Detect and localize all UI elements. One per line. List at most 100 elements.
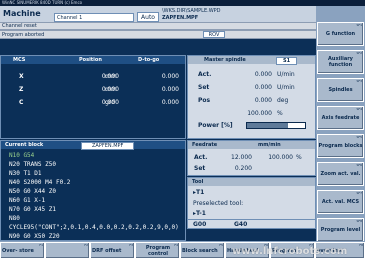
channel-reset-message: Channel reset (0, 22, 316, 30)
softkey-program-level[interactable]: Program level SF8 (317, 218, 364, 242)
softkey-drf-offset[interactable]: DRF offset F3 (90, 242, 135, 259)
spindle-set-unit: U/min (277, 84, 295, 91)
axis-label-c: C (19, 99, 24, 106)
current-block-panel: Current block ZAPFEN.MPF N10 G54 N20 TRA… (0, 140, 186, 241)
softkey-program-blocks[interactable]: Program blocks SF5 (317, 134, 364, 158)
spindle-pos-label: Pos (198, 97, 211, 104)
nc-line: N20 TRANS Z50 (9, 161, 56, 168)
softkey-zoom-act-val[interactable]: Zoom act. val. SF6 (317, 162, 364, 186)
softkey-zoom-act-val-tag: SF6 (356, 163, 362, 167)
nc-line: N40 S2000 M4 F0.2 (9, 179, 71, 186)
feedrate-act-percent: 100.000 (268, 154, 293, 161)
spindle-id-badge[interactable]: S1 (276, 57, 298, 65)
axis-dtg-x: 0.000 (161, 73, 179, 80)
watermark: www.lnfcrobots.com (232, 246, 348, 257)
program-path: \WKS.DIR\SAMPLE.WPD (162, 8, 221, 14)
spindle-act-value: 0.000 (254, 71, 272, 78)
mode-label: Machine (3, 9, 41, 18)
auto-mode-indicator: Auto (137, 12, 159, 22)
current-block-title: Current block (5, 142, 44, 148)
softkey-program-control[interactable]: Program control F4 (135, 242, 180, 259)
current-block-header: Current block ZAPFEN.MPF (1, 141, 185, 150)
channel-field[interactable]: Channel 1 (54, 13, 134, 22)
tool-divider (188, 219, 315, 220)
mcs-header-dtg: D-to-go (138, 57, 160, 63)
feedrate-header: Feedrate mm/min (188, 141, 315, 149)
axis-dtg-z: 0.000 (161, 86, 179, 93)
softkey-empty-tag: F2 (84, 243, 88, 247)
tool-preselected-label: Preselected tool: (193, 200, 244, 207)
nc-line: N30 T1 D1 (9, 170, 42, 177)
spindle-percent-value: 100.000 (247, 110, 272, 117)
softkey-act-val-mcs-tag: SF7 (356, 191, 362, 195)
spindle-set-value: 0.000 (254, 84, 272, 91)
nc-line: N90 G0 X50 Z20 (9, 233, 60, 240)
softkey-overstore[interactable]: Over- store F1 (0, 242, 45, 259)
tool-panel: Tool ▸T1 Preselected tool: ▸T-1 G00 G40 (187, 177, 316, 229)
feedrate-set-label: Set (194, 165, 206, 172)
softkey-spindles[interactable]: Spindles SF3 (317, 78, 364, 102)
mcs-panel: MCS Position D-to-go X 0.000 mm 0.000 Z … (0, 55, 186, 139)
axis-label-x: X (19, 73, 24, 80)
softkey-auxiliary-function-label: Auxiliary function (328, 56, 353, 68)
spindle-pos-unit: deg (277, 97, 289, 104)
nc-line: N80 (9, 215, 20, 222)
axis-dtg-c: 0.000 (161, 99, 179, 106)
softkey-axis-feedrate[interactable]: Axis feedrate SF4 (317, 106, 364, 130)
feedrate-act-percent-unit: % (296, 154, 302, 161)
softkey-overstore-label: Over- store (2, 247, 34, 254)
spindle-act-label: Act. (198, 71, 212, 78)
softkey-g-function[interactable]: G function SF1 (317, 22, 364, 46)
softkey-empty[interactable]: F2 (45, 242, 90, 259)
softkey-auxiliary-function[interactable]: Auxiliary function SF2 (317, 50, 364, 74)
softkey-spindles-tag: SF3 (356, 79, 362, 83)
softkey-auxiliary-function-tag: SF2 (356, 51, 362, 55)
softkey-overview-tag: F8 (359, 243, 363, 247)
current-block-file[interactable]: ZAPFEN.MPF (81, 142, 135, 150)
feedrate-panel: Feedrate mm/min Act. 12.000 100.000 % Se… (187, 140, 316, 176)
master-spindle-panel: Master spindle S1 Act. 0.000 U/min Set 0… (187, 55, 316, 139)
softkey-drf-offset-tag: F3 (129, 243, 133, 247)
softkey-block-search[interactable]: Block search F5 (180, 242, 225, 259)
softkey-program-blocks-tag: SF5 (356, 135, 362, 139)
softkey-program-level-label: Program level (320, 227, 361, 233)
softkey-program-level-tag: SF8 (356, 219, 362, 223)
program-file: ZAPFEN.MPF (162, 15, 199, 21)
softkey-drf-offset-label: DRF offset (92, 247, 122, 254)
axis-unit-z: mm (105, 86, 117, 93)
softkey-zoom-act-val-label: Zoom act. val. (320, 171, 361, 177)
nc-line: N10 G54 (9, 152, 35, 159)
axis-unit-c: grd (105, 99, 115, 106)
tool-title: Tool (192, 179, 204, 185)
rov-indicator[interactable]: ROV (203, 31, 225, 38)
spindle-set-label: Set (198, 84, 210, 91)
softkey-spindles-label: Spindles (328, 87, 353, 93)
spindle-pos-value: 0.000 (254, 97, 272, 104)
softkey-g-function-tag: SF1 (356, 23, 362, 27)
spindle-title: Master spindle (204, 57, 246, 63)
softkey-act-val-mcs[interactable]: Act. val. MCS SF7 (317, 190, 364, 214)
softkey-block-search-label: Block search (182, 247, 218, 254)
axis-unit-x: mm (105, 73, 117, 80)
program-status-message: Program aborted (0, 30, 316, 39)
top-status-area: Machine Channel 1 Auto \WKS.DIR\SAMPLE.W… (0, 6, 316, 22)
mcs-header: MCS Position D-to-go (1, 56, 185, 64)
nc-line: N50 G0 X44 Z0 (9, 188, 56, 195)
nc-line: N60 G1 X-1 (9, 197, 46, 204)
spindle-power-label: Power [%] (198, 122, 233, 129)
softkey-program-control-tag: F4 (174, 243, 178, 247)
nc-block-list: N10 G54 N20 TRANS Z50 N30 T1 D1 N40 S200… (9, 151, 185, 241)
softkey-act-val-mcs-label: Act. val. MCS (321, 199, 360, 205)
softkey-block-search-tag: F5 (219, 243, 223, 247)
mcs-header-axis: MCS (13, 57, 26, 63)
feedrate-act-value: 12.000 (231, 154, 252, 161)
axis-label-z: Z (19, 86, 24, 93)
tool-header: Tool (188, 178, 315, 186)
softkey-overstore-tag: F1 (39, 243, 43, 247)
feedrate-set-value: 0.200 (234, 165, 252, 172)
softkey-program-control-label: Program control (145, 244, 171, 257)
spindle-power-bar-fill (247, 123, 288, 128)
spindle-power-bar (246, 122, 306, 129)
softkey-axis-feedrate-tag: SF4 (356, 107, 362, 111)
tool-g-code-2: G40 (234, 221, 248, 228)
